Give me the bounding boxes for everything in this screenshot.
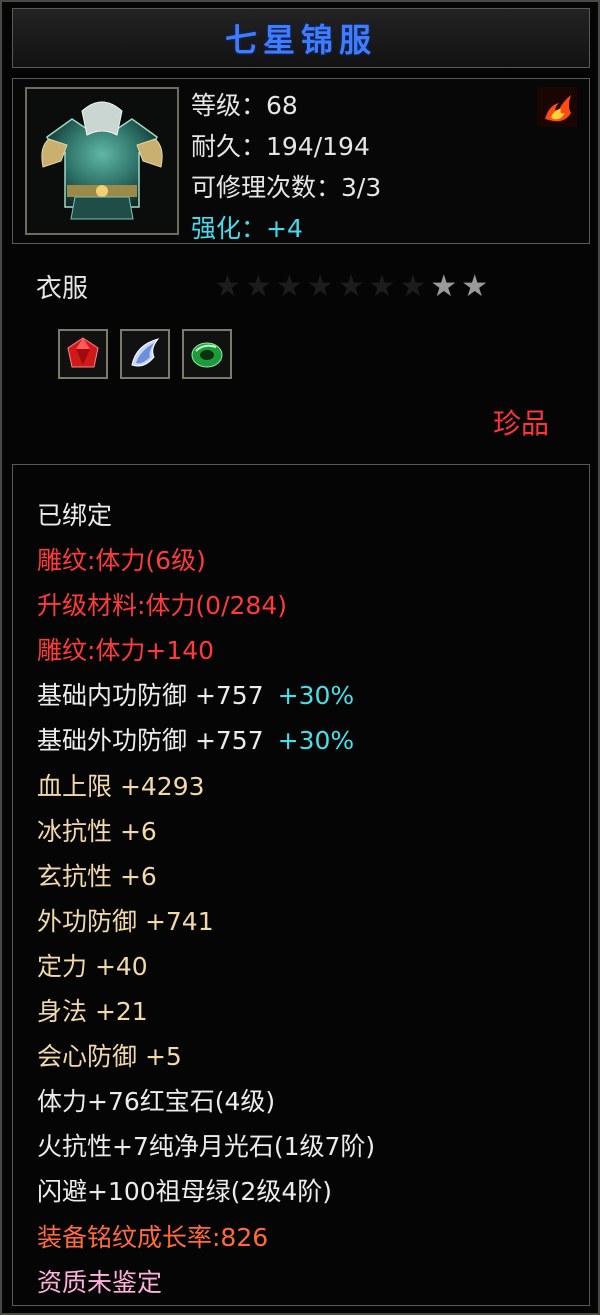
attribute-line: 雕纹:体力+140: [37, 628, 375, 673]
gem-slot-2[interactable]: [120, 329, 170, 379]
attribute-line: 装备铭纹成长率:826: [37, 1215, 375, 1260]
attribute-text: 冰抗性 +6: [37, 816, 157, 846]
item-stats: 等级：68 耐久：194/194 可修理次数：3/3 强化：+4: [191, 85, 381, 249]
enhance-line: 强化：+4: [191, 208, 381, 249]
item-type: 衣服: [36, 274, 89, 304]
attribute-text: 火抗性+7纯净月光石(1级7阶): [37, 1132, 376, 1162]
gem-slot-1[interactable]: [58, 329, 108, 379]
attribute-line: 基础外功防御 +757 +30%: [37, 718, 375, 763]
attribute-text: 已绑定: [37, 501, 113, 530]
attribute-text: 身法 +21: [37, 997, 148, 1027]
item-quality: 珍品: [493, 407, 550, 440]
gem-slots: [58, 329, 232, 379]
attribute-text: 基础内功防御 +757: [37, 681, 264, 711]
attribute-line: 定力 +40: [37, 944, 375, 989]
attribute-line: 雕纹:体力(6级): [37, 538, 375, 583]
attribute-panel: 已绑定雕纹:体力(6级) 升级材料:体力(0/284) 雕纹:体力+140 基础内功防…: [12, 464, 590, 1306]
attribute-line: 已绑定: [37, 493, 375, 538]
item-tooltip: 七星锦服 等级：68 耐久：194/194 可修理次数：3/3 强化：+4 衣服…: [0, 0, 600, 1315]
emerald-gem-icon: [191, 342, 223, 368]
attribute-text: 血上限 +4293: [37, 771, 205, 801]
star-empty-icon: ★: [337, 269, 365, 304]
attribute-text: 会心防御 +5: [37, 1042, 182, 1072]
attribute-line: 身法 +21: [37, 989, 375, 1034]
attribute-line: 升级材料:体力(0/284): [37, 583, 375, 628]
attribute-line: 玄抗性 +6: [37, 854, 375, 899]
durability-line: 耐久：194/194: [191, 132, 370, 161]
attribute-text: 体力+76红宝石(4级): [37, 1087, 276, 1117]
attribute-bonus: +30%: [277, 726, 355, 756]
attribute-line: 冰抗性 +6: [37, 809, 375, 854]
item-header-panel: 等级：68 耐久：194/194 可修理次数：3/3 强化：+4: [12, 78, 590, 244]
attribute-bonus: +30%: [277, 681, 355, 711]
attribute-line: 血上限 +4293: [37, 764, 375, 809]
star-empty-icon: ★: [275, 269, 303, 304]
attribute-text: 外功防御 +741: [37, 906, 214, 936]
red-ruby-gem-icon: [67, 337, 99, 368]
star-rating: ★ ★ ★ ★ ★ ★ ★ ★ ★: [214, 270, 488, 304]
attribute-text: 定力 +40: [37, 951, 148, 981]
title-bar: 七星锦服: [12, 8, 590, 68]
attribute-line: 外功防御 +741: [37, 899, 375, 944]
star-empty-icon: ★: [244, 269, 272, 304]
attribute-text: 资质未鉴定: [37, 1267, 163, 1297]
item-portrait: [25, 87, 179, 235]
armor-icon: [27, 89, 177, 233]
star-empty-icon: ★: [399, 269, 427, 304]
moonstone-gem-icon: [131, 338, 160, 367]
star-filled-icon: ★: [461, 269, 489, 304]
star-empty-icon: ★: [214, 269, 241, 304]
attribute-line: 会心防御 +5: [37, 1034, 375, 1079]
repair-count-line: 可修理次数：3/3: [191, 173, 382, 202]
attribute-text: 升级材料:体力(0/284): [37, 591, 287, 621]
attribute-line: 体力+76红宝石(4级): [37, 1079, 375, 1124]
attribute-text: 雕纹:体力+140: [37, 636, 215, 666]
attribute-line: 闪避+100祖母绿(2级4阶): [37, 1169, 375, 1214]
fire-icon: [537, 87, 577, 127]
attribute-text: 玄抗性 +6: [37, 861, 157, 891]
star-empty-icon: ★: [368, 269, 396, 304]
star-empty-icon: ★: [306, 269, 334, 304]
attribute-text: 装备铭纹成长率:826: [37, 1222, 269, 1252]
level-line: 等级：68: [191, 91, 298, 120]
attribute-list: 已绑定雕纹:体力(6级) 升级材料:体力(0/284) 雕纹:体力+140 基础内功防…: [37, 493, 375, 1305]
attribute-line: 资质未鉴定: [37, 1260, 375, 1305]
attribute-line: 火抗性+7纯净月光石(1级7阶): [37, 1124, 375, 1169]
star-filled-icon: ★: [430, 269, 458, 304]
item-name: 七星锦服: [224, 21, 377, 59]
attribute-text: 雕纹:体力(6级): [37, 546, 206, 576]
attribute-text: 基础外功防御 +757: [37, 726, 264, 756]
attribute-text: 闪避+100祖母绿(2级4阶): [37, 1177, 332, 1207]
gem-slot-3[interactable]: [182, 329, 232, 379]
enhance-label: 强化：: [191, 214, 267, 243]
enhance-value: +4: [266, 214, 303, 243]
attribute-line: 基础内功防御 +757 +30%: [37, 673, 375, 718]
